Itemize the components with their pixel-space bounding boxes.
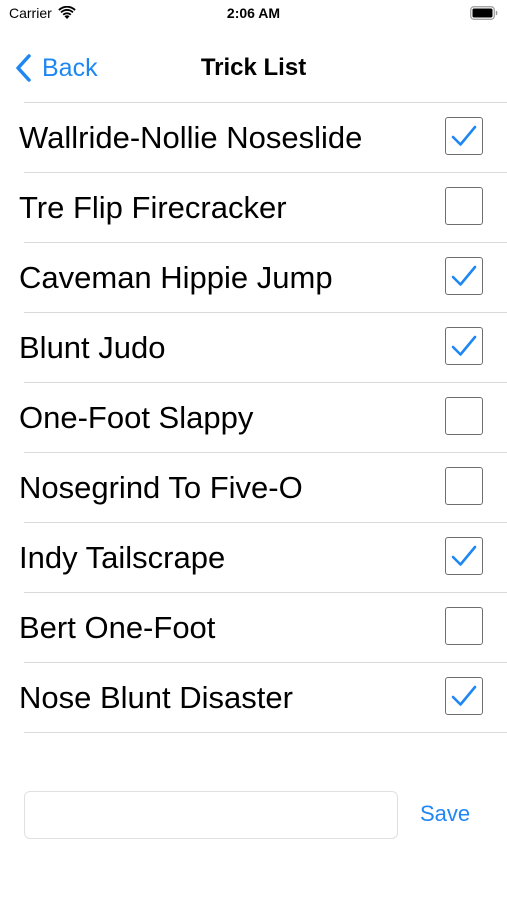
trick-name: Blunt Judo <box>19 330 166 365</box>
trick-checkbox[interactable] <box>445 467 483 505</box>
trick-name: Caveman Hippie Jump <box>19 260 333 295</box>
trick-checkbox[interactable] <box>445 397 483 435</box>
trick-row: Wallride-Nollie Noseslide <box>19 103 507 173</box>
trick-row: Indy Tailscrape <box>19 523 507 593</box>
battery-icon <box>470 6 498 20</box>
trick-row: Tre Flip Firecracker <box>19 173 507 243</box>
trick-checkbox[interactable] <box>445 327 483 365</box>
checkmark-icon <box>451 685 477 706</box>
save-button[interactable]: Save <box>420 801 470 827</box>
trick-name-input[interactable] <box>24 791 398 839</box>
trick-row: Blunt Judo <box>19 313 507 383</box>
status-bar: Carrier 2:06 AM <box>0 0 507 28</box>
trick-row: Caveman Hippie Jump <box>19 243 507 313</box>
trick-name: Bert One-Foot <box>19 610 216 645</box>
trick-checkbox[interactable] <box>445 117 483 155</box>
checkmark-icon <box>451 125 477 146</box>
trick-name: Nosegrind To Five-O <box>19 470 303 505</box>
trick-name: Nose Blunt Disaster <box>19 680 293 715</box>
trick-checkbox[interactable] <box>445 607 483 645</box>
checkmark-icon <box>451 265 477 286</box>
trick-checkbox[interactable] <box>445 677 483 715</box>
add-trick-area: Save <box>24 791 474 839</box>
trick-row: One-Foot Slappy <box>19 383 507 453</box>
trick-row: Nosegrind To Five-O <box>19 453 507 523</box>
trick-list: Wallride-Nollie Noseslide Tre Flip Firec… <box>0 102 507 733</box>
navigation-bar: Back Trick List <box>0 44 507 94</box>
trick-name: Tre Flip Firecracker <box>19 190 287 225</box>
trick-row: Nose Blunt Disaster <box>19 663 507 733</box>
trick-checkbox[interactable] <box>445 257 483 295</box>
checkmark-icon <box>451 545 477 566</box>
status-time: 2:06 AM <box>226 5 281 21</box>
trick-name: Wallride-Nollie Noseslide <box>19 120 363 155</box>
trick-checkbox[interactable] <box>445 537 483 575</box>
checkmark-icon <box>451 335 477 356</box>
trick-name: Indy Tailscrape <box>19 540 226 575</box>
trick-checkbox[interactable] <box>445 187 483 225</box>
page-title: Trick List <box>200 54 307 81</box>
trick-row: Bert One-Foot <box>19 593 507 663</box>
trick-name: One-Foot Slappy <box>19 400 254 435</box>
